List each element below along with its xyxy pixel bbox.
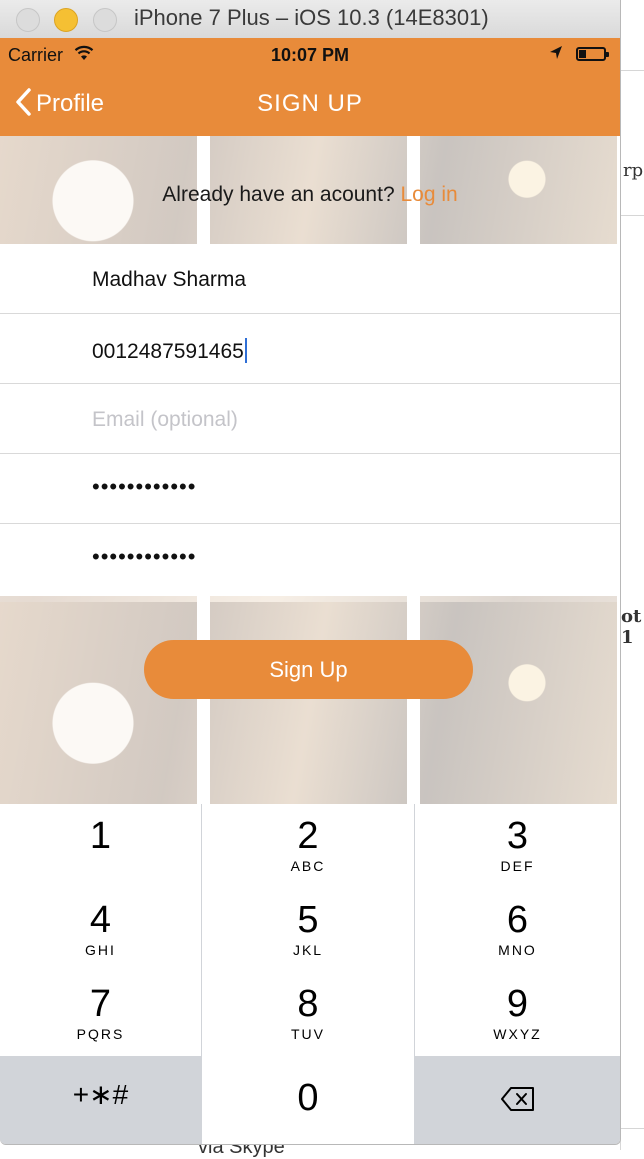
bg-divider: [621, 70, 644, 71]
keypad-symbols-key[interactable]: +∗#: [0, 1056, 201, 1144]
window-title: iPhone 7 Plus – iOS 10.3 (14E8301): [134, 5, 489, 30]
password-field-value: ••••••••••••: [92, 474, 197, 499]
keypad-key-9[interactable]: 9 WXYZ: [415, 972, 620, 1056]
keypad-key-4[interactable]: 4 GHI: [0, 888, 201, 972]
page-title: SIGN UP: [257, 90, 363, 117]
sign-up-button[interactable]: Sign Up: [144, 640, 473, 699]
keypad-key-5[interactable]: 5 JKL: [202, 888, 414, 972]
keypad-key-3[interactable]: 3 DEF: [415, 804, 620, 888]
phone-field-value: 0012487591465: [92, 338, 247, 364]
keypad-delete-key[interactable]: [415, 1056, 620, 1144]
bg-text-fragment: ot 1: [621, 606, 642, 648]
name-field-value: Madhav Sharma: [92, 268, 247, 291]
minimize-window-button[interactable]: [54, 8, 78, 32]
bg-text-fragment: rpe: [623, 160, 644, 181]
phone-field[interactable]: 0012487591465: [0, 314, 620, 384]
text-caret: [244, 338, 247, 363]
battery-icon: [576, 47, 609, 61]
keypad-key-7[interactable]: 7 PQRS: [0, 972, 201, 1056]
zoom-window-button[interactable]: [93, 8, 117, 32]
navigation-bar: Profile SIGN UP: [0, 72, 620, 136]
keypad-key-2[interactable]: 2 ABC: [202, 804, 414, 888]
login-prompt-text: Already have an acount?: [162, 183, 395, 206]
login-prompt: Already have an acount? Log in: [0, 183, 620, 207]
keypad-key-0[interactable]: 0: [202, 1056, 414, 1144]
restaurant-photo-band: [0, 602, 620, 804]
location-arrow-icon: [548, 44, 564, 67]
phone-screen: Carrier 10:07 PM Profile SIGN UP Already: [0, 38, 620, 1144]
bg-divider: [621, 1128, 644, 1129]
keypad-key-6[interactable]: 6 MNO: [415, 888, 620, 972]
window-titlebar[interactable]: iPhone 7 Plus – iOS 10.3 (14E8301): [0, 0, 620, 39]
status-time: 10:07 PM: [270, 45, 350, 65]
number-keypad: 1 2 ABC 3 DEF 4 GHI 5 JKL 6 MNO 7 PQRS 8 TUV 9W…: [0, 804, 620, 1144]
password-field[interactable]: ••••••••••••: [0, 454, 620, 524]
status-bar: Carrier 10:07 PM: [0, 38, 620, 72]
simulator-window: iPhone 7 Plus – iOS 10.3 (14E8301) Carri…: [0, 0, 621, 1145]
email-field[interactable]: Email (optional): [0, 384, 620, 454]
keypad-key-8[interactable]: 8 TUV: [202, 972, 414, 1056]
login-link[interactable]: Log in: [400, 183, 457, 206]
keypad-key-1[interactable]: 1: [0, 804, 201, 888]
confirm-password-field-value: ••••••••••••: [92, 544, 197, 569]
confirm-password-field[interactable]: ••••••••••••: [0, 524, 620, 596]
signup-form: Madhav Sharma 0012487591465 Email (optio…: [0, 244, 620, 596]
close-window-button[interactable]: [16, 8, 40, 32]
background-window: rpe ot 1: [620, 0, 644, 1150]
email-field-placeholder: Email (optional): [92, 408, 238, 431]
bg-divider: [621, 215, 644, 216]
name-field[interactable]: Madhav Sharma: [0, 244, 620, 314]
backspace-icon: [415, 1086, 620, 1117]
